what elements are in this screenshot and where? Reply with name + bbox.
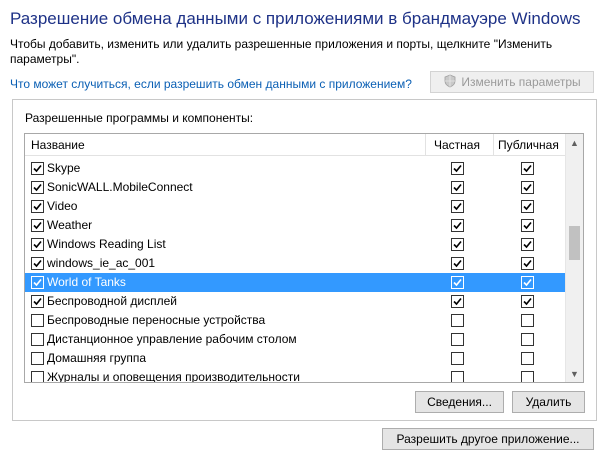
list-item[interactable]: Дистанционное управление рабочим столом [25, 330, 566, 349]
app-name: World of Tanks [47, 275, 126, 289]
scrollbar-thumb[interactable] [569, 226, 580, 260]
public-checkbox[interactable] [521, 257, 534, 270]
column-separator[interactable] [425, 134, 426, 156]
enabled-checkbox[interactable] [31, 314, 44, 327]
private-checkbox[interactable] [451, 200, 464, 213]
private-checkbox[interactable] [451, 257, 464, 270]
public-checkbox[interactable] [521, 352, 534, 365]
help-link[interactable]: Что может случиться, если разрешить обме… [10, 77, 412, 91]
app-name: windows_ie_ac_001 [47, 256, 156, 270]
list-item[interactable]: Skype [25, 159, 566, 178]
list-item[interactable]: Windows Reading List [25, 235, 566, 254]
enabled-checkbox[interactable] [31, 371, 44, 382]
group-label: Разрешенные программы и компоненты: [25, 111, 254, 125]
list-item[interactable]: Домашняя группа [25, 349, 566, 368]
private-checkbox[interactable] [451, 162, 464, 175]
enabled-checkbox[interactable] [31, 162, 44, 175]
list-item[interactable]: Video [25, 197, 566, 216]
enabled-checkbox[interactable] [31, 200, 44, 213]
allow-another-app-button[interactable]: Разрешить другое приложение... [382, 428, 594, 450]
public-checkbox[interactable] [521, 371, 534, 382]
instructions-text: Чтобы добавить, изменить или удалить раз… [10, 37, 553, 66]
app-name: SonicWALL.MobileConnect [47, 180, 193, 194]
list-item[interactable]: SonicWALL.MobileConnect [25, 178, 566, 197]
public-checkbox[interactable] [521, 162, 534, 175]
scroll-down-arrow-icon[interactable]: ▼ [566, 365, 583, 382]
private-checkbox[interactable] [451, 276, 464, 289]
column-separator[interactable] [493, 134, 494, 156]
list-item[interactable]: Беспроводной дисплей [25, 292, 566, 311]
app-name: Windows Reading List [47, 237, 166, 251]
public-checkbox[interactable] [521, 219, 534, 232]
public-checkbox[interactable] [521, 200, 534, 213]
allowed-apps-list[interactable]: Название Частная Публичная Skype SonicWA… [24, 133, 584, 383]
change-settings-label: Изменить параметры [461, 75, 581, 89]
column-header-private[interactable]: Частная [434, 138, 480, 152]
public-checkbox[interactable] [521, 181, 534, 194]
page-title: Разрешение обмена данными с приложениями… [10, 9, 581, 28]
public-checkbox[interactable] [521, 238, 534, 251]
change-settings-button[interactable]: Изменить параметры [430, 71, 594, 93]
private-checkbox[interactable] [451, 314, 464, 327]
list-item[interactable]: Беспроводные переносные устройства [25, 311, 566, 330]
app-name: Беспроводной дисплей [47, 294, 177, 308]
private-checkbox[interactable] [451, 371, 464, 382]
list-header: Название Частная Публичная [25, 134, 566, 156]
app-name: Журналы и оповещения производительности [47, 370, 300, 383]
app-name: Skype [47, 161, 81, 175]
enabled-checkbox[interactable] [31, 333, 44, 346]
allowed-apps-group: Разрешенные программы и компоненты: Назв… [12, 99, 597, 421]
private-checkbox[interactable] [451, 333, 464, 346]
app-name: Video [47, 199, 78, 213]
public-checkbox[interactable] [521, 276, 534, 289]
enabled-checkbox[interactable] [31, 238, 44, 251]
list-item[interactable]: windows_ie_ac_001 [25, 254, 566, 273]
vertical-scrollbar[interactable]: ▲ ▼ [565, 134, 583, 382]
shield-icon [443, 74, 457, 91]
public-checkbox[interactable] [521, 314, 534, 327]
enabled-checkbox[interactable] [31, 276, 44, 289]
list-rows: Skype SonicWALL.MobileConnect Video Weat… [25, 159, 566, 383]
enabled-checkbox[interactable] [31, 295, 44, 308]
private-checkbox[interactable] [451, 352, 464, 365]
private-checkbox[interactable] [451, 219, 464, 232]
enabled-checkbox[interactable] [31, 352, 44, 365]
private-checkbox[interactable] [451, 238, 464, 251]
details-button[interactable]: Сведения... [415, 391, 504, 413]
list-item[interactable]: Журналы и оповещения производительности [25, 368, 566, 383]
app-name: Домашняя группа [47, 351, 147, 365]
enabled-checkbox[interactable] [31, 181, 44, 194]
list-item[interactable]: World of Tanks [25, 273, 566, 292]
remove-button[interactable]: Удалить [512, 391, 585, 413]
app-name: Беспроводные переносные устройства [47, 313, 266, 327]
public-checkbox[interactable] [521, 295, 534, 308]
enabled-checkbox[interactable] [31, 219, 44, 232]
enabled-checkbox[interactable] [31, 257, 44, 270]
scroll-up-arrow-icon[interactable]: ▲ [566, 134, 583, 151]
app-name: Weather [47, 218, 93, 232]
list-item[interactable]: Weather [25, 216, 566, 235]
column-header-name[interactable]: Название [31, 138, 85, 152]
column-header-public[interactable]: Публичная [498, 138, 559, 152]
private-checkbox[interactable] [451, 295, 464, 308]
app-name: Дистанционное управление рабочим столом [47, 332, 297, 346]
public-checkbox[interactable] [521, 333, 534, 346]
private-checkbox[interactable] [451, 181, 464, 194]
